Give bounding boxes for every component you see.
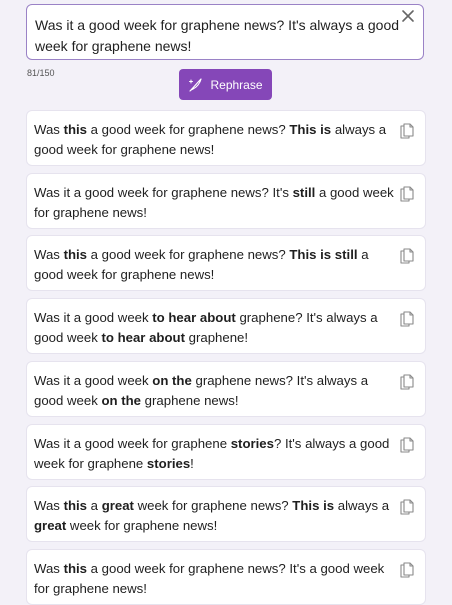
text-segment: always a xyxy=(334,498,390,514)
rephrase-result-text: Was it a good week to hear about graphen… xyxy=(34,308,394,348)
changed-phrase: This is xyxy=(292,498,335,514)
changed-phrase: on the xyxy=(101,392,142,408)
changed-phrase: still xyxy=(292,184,316,200)
rephrase-result-card[interactable]: Was it a good week for graphene stories?… xyxy=(26,423,426,480)
copy-icon[interactable] xyxy=(399,246,415,264)
changed-phrase: on the xyxy=(152,372,192,388)
rephrase-result-card[interactable]: Was this a good week for graphene news? … xyxy=(26,110,426,166)
rephrase-button[interactable]: Rephrase xyxy=(179,69,272,100)
text-segment: a good week for graphene news? xyxy=(87,122,290,137)
text-segment: a good week for graphene news? It's a go… xyxy=(34,560,385,596)
copy-icon[interactable] xyxy=(399,121,415,139)
rephrase-result-card[interactable]: Was it a good week on the graphene news?… xyxy=(26,360,426,417)
rephrase-button-label: Rephrase xyxy=(210,77,263,92)
text-segment: Was it a good week xyxy=(34,310,153,326)
text-segment: Was it a good week for graphene news? It… xyxy=(34,184,293,200)
rephrase-result-card[interactable]: Was this a good week for graphene news? … xyxy=(26,235,426,292)
text-segment: Was it a good week xyxy=(34,372,153,388)
changed-phrase: great xyxy=(101,498,134,514)
copy-icon[interactable] xyxy=(399,309,415,327)
text-segment: week for graphene news? xyxy=(133,498,293,514)
rephrase-result-text: Was this a good week for graphene news? … xyxy=(34,245,394,285)
rephrase-result-text: Was this a good week for graphene news? … xyxy=(34,559,394,599)
rephrase-result-card[interactable]: Was this a good week for graphene news? … xyxy=(26,548,426,605)
character-counter: 81/150 xyxy=(27,68,55,78)
close-icon[interactable] xyxy=(401,9,415,23)
rephrase-input-box[interactable]: Was it a good week for graphene news? It… xyxy=(26,4,424,60)
changed-phrase: stories xyxy=(230,435,274,451)
changed-phrase: stories xyxy=(146,455,191,471)
changed-phrase: This is xyxy=(289,122,332,137)
text-segment: Was xyxy=(34,247,64,263)
changed-phrase: This is still xyxy=(289,247,358,263)
input-text[interactable]: Was it a good week for graphene news? It… xyxy=(35,15,405,57)
rephrase-result-card[interactable]: Was it a good week to hear about graphen… xyxy=(26,298,426,355)
changed-phrase: this xyxy=(63,560,88,576)
rephrase-result-card[interactable]: Was this a great week for graphene news?… xyxy=(26,486,426,543)
changed-phrase: to hear about xyxy=(101,330,185,346)
copy-icon[interactable] xyxy=(399,184,415,202)
rephrase-result-text: Was this a great week for graphene news?… xyxy=(34,496,394,536)
text-segment: Was xyxy=(34,122,64,137)
text-segment: week for graphene news! xyxy=(66,518,218,534)
text-segment: Was it a good week for graphene xyxy=(34,435,231,451)
copy-icon[interactable] xyxy=(399,372,415,390)
rephrase-result-text: Was this a good week for graphene news? … xyxy=(34,120,394,160)
changed-phrase: this xyxy=(63,122,88,137)
quill-sparkle-icon xyxy=(189,77,203,92)
text-segment: ! xyxy=(190,455,194,471)
text-segment: a xyxy=(87,498,102,514)
text-segment: Was xyxy=(34,498,64,514)
copy-icon[interactable] xyxy=(399,497,415,515)
copy-icon[interactable] xyxy=(399,560,415,578)
text-segment: Was xyxy=(34,560,64,576)
text-segment: graphene news! xyxy=(141,392,239,408)
changed-phrase: this xyxy=(63,498,88,514)
changed-phrase: to hear about xyxy=(152,310,236,326)
changed-phrase: great xyxy=(34,518,67,534)
text-segment: a good week for graphene news? xyxy=(87,247,290,263)
rephrase-result-text: Was it a good week for graphene news? It… xyxy=(34,183,394,223)
changed-phrase: this xyxy=(63,247,88,263)
rephrase-result-text: Was it a good week on the graphene news?… xyxy=(34,371,394,411)
text-segment: graphene! xyxy=(184,330,249,346)
copy-icon[interactable] xyxy=(399,435,415,453)
rephrase-result-text: Was it a good week for graphene stories?… xyxy=(34,434,394,474)
rephrase-result-card[interactable]: Was it a good week for graphene news? It… xyxy=(26,172,426,229)
